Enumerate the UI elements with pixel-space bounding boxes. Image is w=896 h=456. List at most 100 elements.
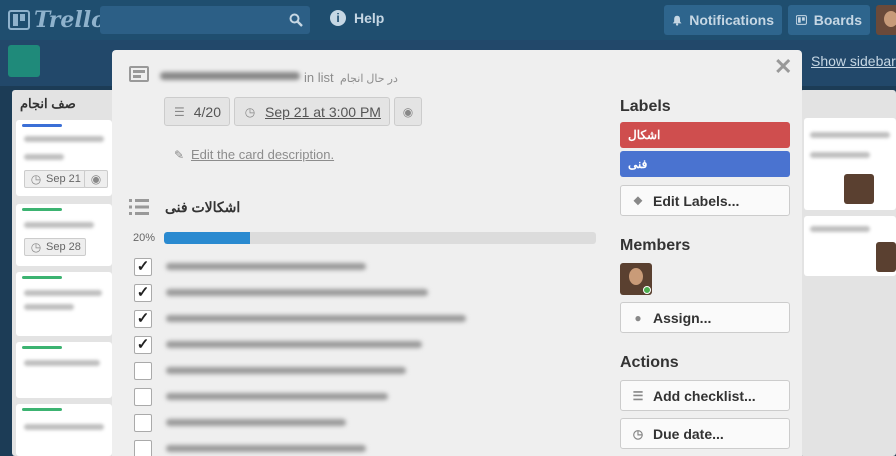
checklist-item[interactable]: ✓ bbox=[134, 336, 596, 358]
blurred-text bbox=[24, 304, 74, 310]
blurred-text bbox=[24, 290, 102, 296]
info-icon: i bbox=[330, 10, 346, 26]
person-icon: ● bbox=[634, 310, 642, 325]
close-icon[interactable]: ✕ bbox=[774, 56, 792, 78]
trello-logo-icon bbox=[8, 10, 30, 30]
checklist-icon bbox=[129, 199, 149, 215]
checkbox-unchecked[interactable] bbox=[134, 440, 152, 456]
checklist-icon: ☰ bbox=[632, 388, 644, 403]
boards-label: Boards bbox=[813, 12, 862, 28]
in-list-label: in list bbox=[304, 70, 334, 85]
top-header: Trello i Help Notifications Boards bbox=[0, 0, 896, 40]
tag-icon: ⬥ bbox=[633, 193, 643, 207]
search-button[interactable] bbox=[282, 6, 310, 34]
show-sidebar-link[interactable]: Show sidebar bbox=[811, 53, 896, 69]
clock-icon: ◷ bbox=[632, 426, 644, 441]
checklist-progress-bar bbox=[164, 232, 596, 244]
assign-button[interactable]: ● Assign... bbox=[620, 302, 790, 333]
list-card[interactable] bbox=[16, 342, 112, 398]
checkbox-unchecked[interactable] bbox=[134, 362, 152, 380]
clock-icon: ◷ bbox=[30, 172, 42, 186]
card-due-text: Sep 21 bbox=[46, 173, 81, 185]
checklist-item[interactable] bbox=[134, 388, 596, 410]
board-icon bbox=[8, 45, 40, 77]
checklist-title[interactable]: اشکالات فنی bbox=[165, 199, 240, 216]
checkbox-checked[interactable]: ✓ bbox=[134, 258, 152, 276]
edit-description-link[interactable]: ✎ Edit the card description. bbox=[172, 147, 334, 162]
checklist-item-text-blurred[interactable] bbox=[166, 263, 366, 270]
checklist-badge: ☰ 4/20 bbox=[164, 97, 230, 126]
add-checklist-button[interactable]: ☰ Add checklist... bbox=[620, 380, 790, 411]
checklist-item-text-blurred[interactable] bbox=[166, 367, 406, 374]
card-label-bar bbox=[22, 124, 62, 127]
due-date-button[interactable]: ◷ Due date... bbox=[620, 418, 790, 449]
checklist-item[interactable]: ✓ bbox=[134, 284, 596, 306]
checklist-item-text-blurred[interactable] bbox=[166, 289, 428, 296]
card-title-blurred[interactable] bbox=[160, 72, 300, 80]
list-card[interactable]: ◷ Sep 21 ◉ bbox=[16, 120, 112, 196]
checkbox-checked[interactable]: ✓ bbox=[134, 310, 152, 328]
help-link[interactable]: i Help bbox=[330, 10, 384, 26]
checkbox-unchecked[interactable] bbox=[134, 388, 152, 406]
blurred-text bbox=[810, 226, 870, 232]
edit-description-text[interactable]: Edit the card description. bbox=[191, 147, 334, 162]
label-chip[interactable]: اشکال bbox=[620, 122, 790, 148]
list-card[interactable] bbox=[16, 404, 112, 456]
clock-icon: ◷ bbox=[30, 240, 42, 254]
checkbox-checked[interactable]: ✓ bbox=[134, 336, 152, 354]
checklist-item-text-blurred[interactable] bbox=[166, 341, 422, 348]
blurred-text bbox=[24, 360, 100, 366]
checkbox-unchecked[interactable] bbox=[134, 414, 152, 432]
blurred-text bbox=[24, 424, 104, 430]
members-section-title: Members bbox=[620, 237, 691, 254]
card-label-bar bbox=[22, 408, 62, 411]
card-label-bar bbox=[22, 346, 62, 349]
list-card[interactable] bbox=[16, 272, 112, 336]
watch-badge[interactable]: ◉ bbox=[394, 97, 422, 126]
help-label: Help bbox=[354, 10, 385, 26]
list-card[interactable] bbox=[804, 216, 896, 276]
checklist-item-text-blurred[interactable] bbox=[166, 315, 466, 322]
checklist-item[interactable] bbox=[134, 362, 596, 384]
member-avatar[interactable] bbox=[620, 263, 652, 295]
add-checklist-label: Add checklist... bbox=[653, 387, 756, 404]
list-name-link[interactable]: در حال انجام bbox=[340, 72, 398, 85]
notifications-label: Notifications bbox=[689, 12, 774, 28]
checklist-item-text-blurred[interactable] bbox=[166, 393, 388, 400]
eye-icon: ◉ bbox=[402, 104, 414, 119]
card-due-badge: ◷ Sep 21 bbox=[24, 170, 86, 188]
search-input[interactable] bbox=[100, 6, 310, 34]
boards-button[interactable]: Boards bbox=[788, 5, 870, 35]
user-avatar[interactable] bbox=[876, 5, 896, 35]
list-card[interactable]: ◷ Sep 28 bbox=[16, 204, 112, 266]
blurred-text bbox=[810, 152, 870, 158]
member-avatar bbox=[844, 174, 874, 204]
trello-logo-text: Trello bbox=[34, 7, 106, 33]
edit-labels-button[interactable]: ⬥ Edit Labels... bbox=[620, 185, 790, 216]
label-chip[interactable]: فنی bbox=[620, 151, 790, 177]
checklist-item[interactable]: ✓ bbox=[134, 310, 596, 332]
checklist-item-text-blurred[interactable] bbox=[166, 445, 366, 452]
card-due-badge: ◷ Sep 28 bbox=[24, 238, 86, 256]
trello-logo[interactable]: Trello bbox=[8, 7, 106, 33]
checklist-item[interactable]: ✓ bbox=[134, 258, 596, 280]
due-date-text[interactable]: Sep 21 at 3:00 PM bbox=[265, 104, 381, 120]
bell-icon bbox=[672, 15, 682, 26]
actions-section-title: Actions bbox=[620, 354, 679, 371]
list-card[interactable] bbox=[804, 118, 896, 210]
checklist-progress-percent: 20% bbox=[133, 232, 156, 244]
labels-section-title: Labels bbox=[620, 98, 671, 115]
checklist-item[interactable] bbox=[134, 414, 596, 436]
pencil-icon: ✎ bbox=[173, 147, 185, 162]
checklist-item[interactable] bbox=[134, 440, 596, 456]
assign-label: Assign... bbox=[653, 309, 712, 326]
edit-labels-label: Edit Labels... bbox=[653, 192, 740, 209]
card-label-bar bbox=[22, 208, 62, 211]
checklist-progress-fill bbox=[164, 232, 251, 244]
blurred-text bbox=[24, 154, 64, 160]
checklist-icon: ☰ bbox=[173, 104, 185, 119]
checklist-item-text-blurred[interactable] bbox=[166, 419, 346, 426]
checkbox-checked[interactable]: ✓ bbox=[134, 284, 152, 302]
due-date-badge[interactable]: ◷ Sep 21 at 3:00 PM bbox=[234, 97, 390, 126]
notifications-button[interactable]: Notifications bbox=[664, 5, 782, 35]
